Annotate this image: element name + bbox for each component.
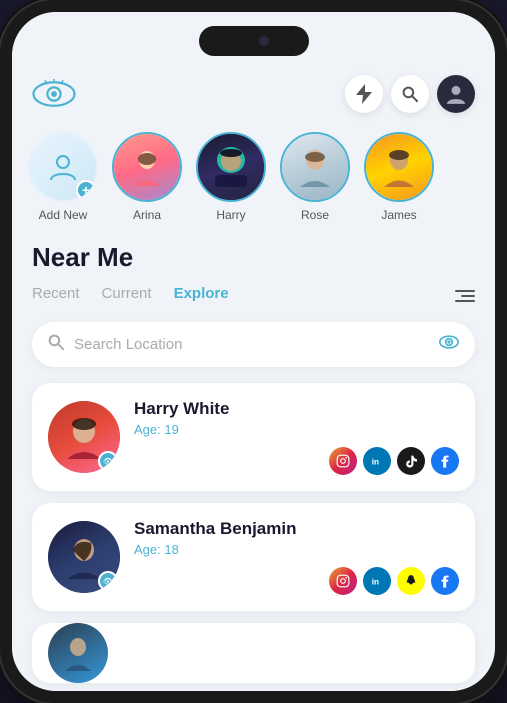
harry-silhouette [213,147,249,187]
facebook-icon-samantha[interactable] [431,567,459,595]
story-label-arina: Arina [133,208,161,222]
tab-explore[interactable]: Explore [174,285,229,306]
eye-icon [439,335,459,349]
stories-row: + Add New Ar [12,132,495,222]
eye-button[interactable] [439,335,459,354]
instagram-svg-s [336,574,350,588]
samantha-avatar [65,535,103,579]
person-outline-icon [48,152,78,182]
eye-logo-svg [32,79,76,109]
person-card-harry-white[interactable]: 👁 Harry White Age: 19 [32,383,475,491]
story-rose[interactable]: Rose [280,132,350,222]
story-avatar-rose [280,132,350,202]
person-name-samantha: Samantha Benjamin [134,519,459,539]
svg-text:in: in [372,458,379,467]
phone-frame: + Add New Ar [0,0,507,703]
search-bar[interactable]: Search Location [32,322,475,367]
samantha-badge: 👁 [98,571,118,591]
story-avatar-arina [112,132,182,202]
person-age-samantha: Age: 18 [134,542,459,557]
linkedin-icon-samantha[interactable]: in [363,567,391,595]
search-button[interactable] [391,75,429,113]
rose-silhouette [298,147,332,187]
snapchat-svg [404,574,418,588]
profile-icon [447,84,465,104]
dynamic-island [199,26,309,56]
flash-icon [356,84,372,104]
tabs-row: Recent Current Explore [32,285,475,306]
story-arina[interactable]: Arina [112,132,182,222]
tiktok-svg [405,454,417,468]
linkedin-icon-harry[interactable]: in [363,447,391,475]
linkedin-svg-s: in [370,574,384,588]
search-bar-icon [48,334,64,355]
facebook-svg-s [439,574,451,588]
person-card-samantha[interactable]: 👁 Samantha Benjamin Age: 18 [32,503,475,611]
instagram-icon-samantha[interactable] [329,567,357,595]
story-label-harry: Harry [216,208,245,222]
camera-dot [259,36,269,46]
tab-current[interactable]: Current [102,285,152,306]
person-info-harry-white: Harry White Age: 19 [134,399,459,475]
add-plus-badge: + [76,180,96,200]
instagram-icon-harry[interactable] [329,447,357,475]
facebook-svg [439,454,451,468]
social-icons-samantha: in [134,567,459,595]
person-avatar-harry-white: 👁 [48,401,120,473]
third-person-avatar [63,635,93,671]
snapchat-icon-samantha[interactable] [397,567,425,595]
person-avatar-samantha: 👁 [48,521,120,593]
person-info-samantha: Samantha Benjamin Age: 18 [134,519,459,595]
instagram-svg [336,454,350,468]
story-harry[interactable]: Harry [196,132,266,222]
person-avatar-third [48,623,108,683]
story-label-rose: Rose [301,208,329,222]
svg-text:in: in [372,578,379,587]
tiktok-icon-harry[interactable] [397,447,425,475]
person-age-harry-white: Age: 19 [134,422,459,437]
profile-button[interactable] [437,75,475,113]
social-icons-harry-white: in [134,447,459,475]
story-label-add-new: Add New [39,208,88,222]
top-bar [12,72,495,116]
james-silhouette [382,147,416,187]
top-actions [345,75,475,113]
person-name-harry-white: Harry White [134,399,459,419]
linkedin-svg: in [370,454,384,468]
story-james[interactable]: James [364,132,434,222]
arina-silhouette [131,148,163,186]
app-logo [32,72,76,116]
person-card-partial[interactable] [32,623,475,683]
phone-screen: + Add New Ar [12,12,495,691]
tab-recent[interactable]: Recent [32,285,80,306]
story-label-james: James [381,208,416,222]
screen-content: + Add New Ar [12,12,495,691]
near-me-section: Near Me Recent Current Explore [12,242,495,683]
search-icon-top [402,86,418,102]
facebook-icon-harry[interactable] [431,447,459,475]
story-avatar-harry [196,132,266,202]
flash-button[interactable] [345,75,383,113]
filter-button[interactable] [455,290,475,302]
story-avatar-james [364,132,434,202]
story-add-new[interactable]: + Add New [28,132,98,222]
harry-white-avatar [65,415,103,459]
harry-white-badge: 👁 [98,451,118,471]
near-me-title: Near Me [32,242,475,273]
add-new-avatar: + [28,132,98,202]
search-location-input[interactable]: Search Location [74,336,439,353]
